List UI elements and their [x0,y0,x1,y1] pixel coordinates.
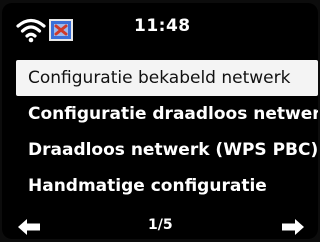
wifi-signal-icon [16,18,46,43]
arrow-right-icon[interactable] [282,219,304,235]
menu-item-wps-pbc[interactable]: Draadloos netwerk (WPS PBC) [2,132,318,168]
status-bar: 11:48 [2,3,318,55]
arrow-left-icon[interactable] [18,219,40,235]
device-screen: 11:48 Configuratie bekabeld netwerk Conf… [2,3,318,239]
clock-time: 11:48 [134,16,191,36]
page-indicator: 1/5 [148,217,173,233]
menu-item-manual-config[interactable]: Handmatige configuratie [2,168,318,204]
network-status-icon [49,19,73,41]
settings-menu: Configuratie bekabeld netwerk Configurat… [2,60,318,204]
menu-item-wired-config[interactable]: Configuratie bekabeld netwerk [16,60,318,96]
footer-nav: 1/5 [2,215,318,239]
menu-item-wireless-config[interactable]: Configuratie draadloos netwerk [2,96,318,132]
